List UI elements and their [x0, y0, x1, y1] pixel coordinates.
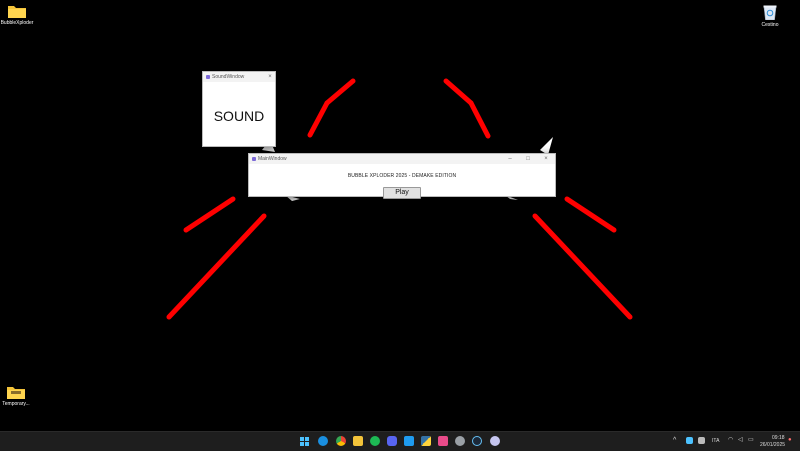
folder-icon: [8, 6, 26, 18]
maximize-button[interactable]: □: [519, 154, 537, 164]
folder-icon: [7, 387, 25, 399]
app-icon: [252, 157, 256, 161]
clock-time[interactable]: 09:18: [772, 435, 785, 441]
battery-icon[interactable]: ▭: [748, 436, 754, 443]
spotify-icon[interactable]: [370, 436, 380, 446]
clock-date[interactable]: 26/01/2025: [760, 442, 785, 448]
sound-window[interactable]: SoundWindow × SOUND: [202, 71, 276, 147]
minimize-button[interactable]: –: [501, 154, 519, 164]
burst-line: [564, 196, 617, 233]
desktop-icon-bubblexploder[interactable]: BubbleXploder: [0, 4, 34, 26]
play-button[interactable]: Play: [383, 186, 421, 199]
steam-icon[interactable]: [472, 436, 482, 446]
desktop-icon-label: Temporary...: [2, 401, 30, 407]
game-title: BUBBLE XPLODER 2025 - DEMAKE EDITION: [347, 173, 457, 179]
python-icon[interactable]: [421, 436, 431, 446]
tray-app-icon[interactable]: [686, 437, 693, 444]
settings-icon[interactable]: [455, 436, 465, 446]
main-window-titlebar[interactable]: MainWindow – □ ×: [249, 154, 555, 164]
language-indicator[interactable]: ITA: [712, 438, 719, 444]
burst-line: [166, 213, 267, 320]
taskbar: ^ ITA ◠ ◁ ▭ 09:18 26/01/2025 ●: [0, 431, 800, 451]
discord-icon[interactable]: [387, 436, 397, 446]
app-icon: [206, 75, 210, 79]
file-explorer-icon[interactable]: [353, 436, 363, 446]
desktop-icon-label: Cestino: [761, 22, 779, 28]
desktop-icon-label: BubbleXploder: [0, 20, 34, 26]
chevron-up-icon[interactable]: ^: [673, 437, 676, 444]
tray-app-icon[interactable]: [698, 437, 705, 444]
chrome-icon[interactable]: [336, 436, 346, 446]
burst-line: [183, 196, 236, 233]
burst-line: [468, 100, 491, 139]
vscode-icon[interactable]: [404, 436, 414, 446]
sound-label: SOUND: [213, 108, 265, 124]
main-window[interactable]: MainWindow – □ × BUBBLE XPLODER 2025 - D…: [248, 153, 556, 199]
desktop-icon-recycle-bin[interactable]: Cestino: [753, 4, 787, 28]
volume-icon[interactable]: ◁: [738, 436, 743, 443]
burst-line: [324, 78, 356, 106]
close-button[interactable]: ×: [265, 72, 275, 82]
store-icon[interactable]: [438, 436, 448, 446]
wifi-icon[interactable]: ◠: [728, 436, 733, 443]
desktop-icon-temporary[interactable]: Temporary...: [0, 385, 34, 407]
burst-line: [443, 78, 474, 106]
close-button[interactable]: ×: [537, 154, 555, 164]
recycle-bin-icon: [763, 5, 777, 20]
burst-lines: [166, 78, 633, 320]
windows-start-icon[interactable]: [300, 437, 309, 446]
burst-line: [307, 100, 330, 138]
edge-icon[interactable]: [318, 436, 328, 446]
app-icon[interactable]: [490, 436, 500, 446]
sound-window-titlebar[interactable]: SoundWindow ×: [203, 72, 275, 82]
window-title: MainWindow: [258, 156, 287, 162]
window-title: SoundWindow: [212, 74, 245, 80]
notification-bell-icon[interactable]: ●: [788, 437, 792, 443]
